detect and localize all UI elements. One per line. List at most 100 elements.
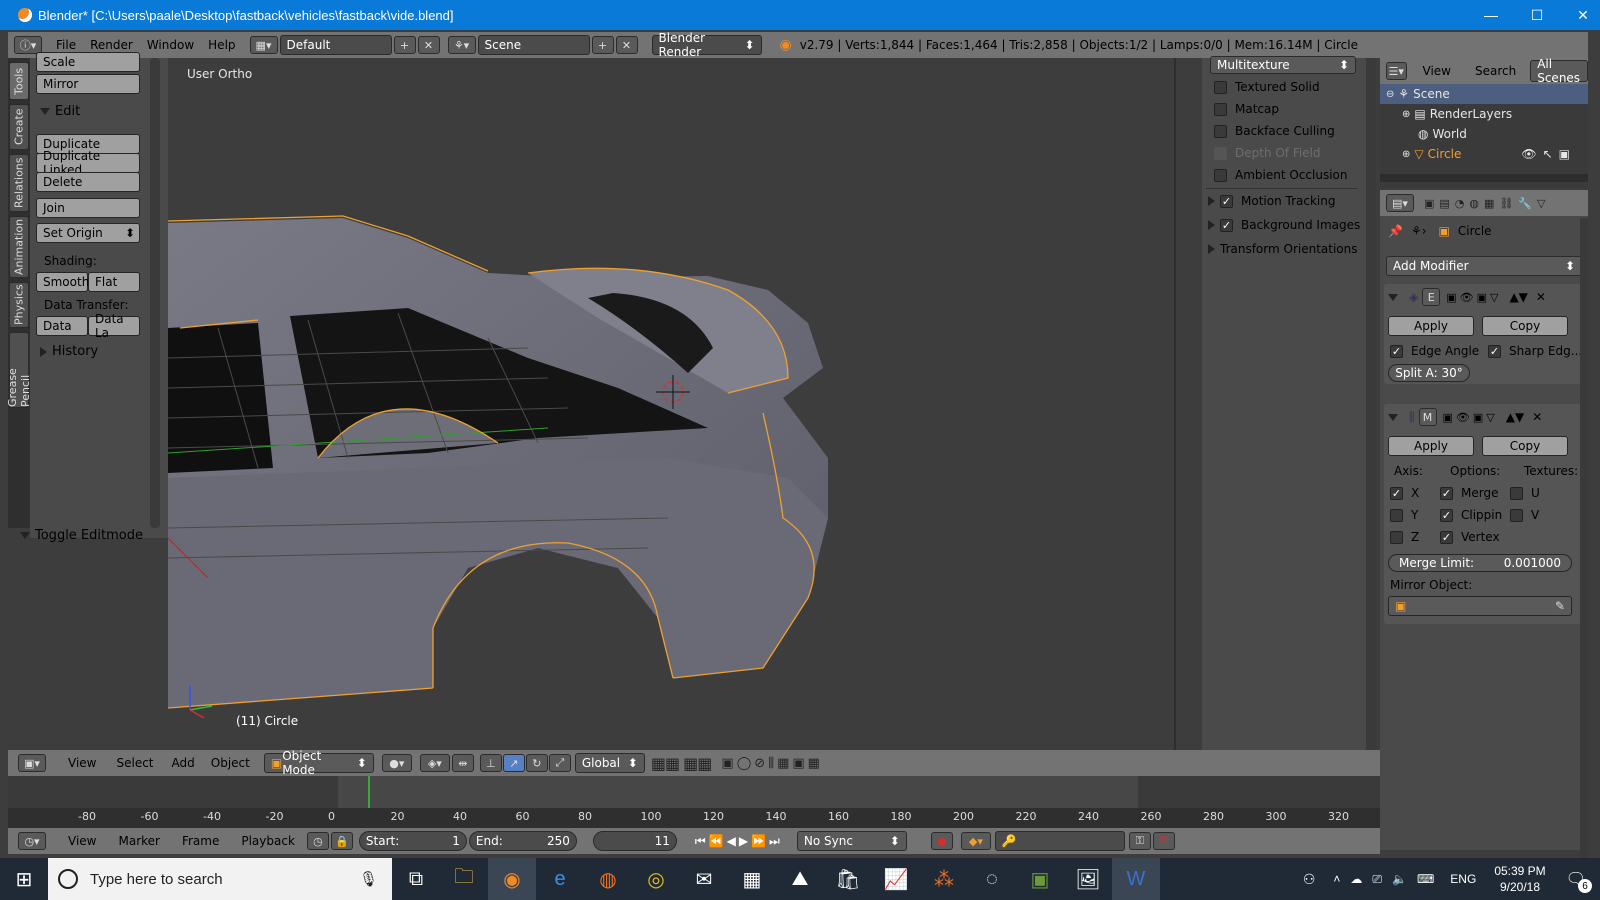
editor-type-3d-icon[interactable]: ▣▾ xyxy=(18,754,46,772)
properties-scrollbar[interactable] xyxy=(1580,218,1588,858)
editor-type-timeline-icon[interactable]: ◷▾ xyxy=(18,832,46,850)
menu-timeline-view[interactable]: View xyxy=(68,834,96,848)
collapse-arrow-icon[interactable] xyxy=(1388,413,1398,421)
outliner-item-renderlayers[interactable]: ⊕ ▤ RenderLayers xyxy=(1380,104,1588,124)
taskbar-search-box[interactable]: Type here to search 🎙 xyxy=(48,858,392,900)
menu-frame[interactable]: Frame xyxy=(182,834,219,848)
manipulator-toggle-icon[interactable]: ⇹ xyxy=(451,754,474,772)
current-frame-field[interactable]: 11 xyxy=(592,831,677,851)
windows-start-icon[interactable]: ⊞ xyxy=(0,858,48,900)
visibility-icons[interactable]: 👁↖▣ xyxy=(1521,147,1576,161)
collapse-arrow-icon[interactable] xyxy=(1388,293,1398,301)
data-layout-button[interactable]: Data La xyxy=(88,312,140,340)
split-angle-field[interactable]: Split A: 30° xyxy=(1388,364,1470,382)
scale-manipulator-icon[interactable]: ⤢ xyxy=(548,754,571,772)
tab-physics[interactable]: Physics xyxy=(9,282,29,328)
mirror-object-field[interactable]: ▣ ✎ xyxy=(1388,596,1572,616)
blender-taskbar-icon[interactable]: ◉ xyxy=(488,858,536,900)
transform-orientations-panel[interactable]: Transform Orientations xyxy=(1208,242,1358,256)
render-engine-select[interactable]: Blender Render ⬍ xyxy=(651,31,762,59)
duplicate-linked-button[interactable]: Duplicate Linked xyxy=(36,149,140,177)
edge-browser-icon[interactable]: e xyxy=(536,858,584,900)
remove-modifier-icon[interactable]: ✕ xyxy=(1532,410,1542,424)
rotate-manipulator-icon[interactable]: ↻ xyxy=(525,754,548,772)
paint-app-icon[interactable]: 🖼 xyxy=(1064,858,1112,900)
outliner-item-world[interactable]: ◍ World xyxy=(1380,124,1588,144)
modifier-visibility-icons[interactable]: ▣👁▣▽ xyxy=(1443,411,1498,424)
pivot-point-icon[interactable]: ◈▾ xyxy=(419,754,450,772)
pin-icon[interactable]: 📌 xyxy=(1388,224,1403,238)
record-icon[interactable]: ● xyxy=(930,832,953,850)
viewport-shading-icon[interactable]: ●▾ xyxy=(381,754,412,772)
menu-object[interactable]: Object xyxy=(211,756,250,770)
motion-tracking-panel[interactable]: Motion Tracking xyxy=(1208,194,1335,208)
menu-marker[interactable]: Marker xyxy=(118,834,159,848)
file-explorer-icon[interactable]: 🗀 xyxy=(440,858,488,900)
texture-v-checkbox[interactable]: V xyxy=(1510,508,1539,522)
screen-layout-icon[interactable]: ▦▾ xyxy=(249,36,278,54)
transform-orientation-select[interactable]: Global ⬍ xyxy=(574,753,645,773)
settings-app-icon[interactable]: ◌ xyxy=(968,858,1016,900)
outliner-display-select[interactable]: All Scenes xyxy=(1530,57,1588,85)
start-frame-field[interactable]: Start: 1 xyxy=(358,831,467,851)
outliner-hscrollbar[interactable] xyxy=(1380,174,1588,182)
tab-animation[interactable]: Animation xyxy=(9,216,29,278)
menu-playback[interactable]: Playback xyxy=(241,834,295,848)
close-button[interactable]: ✕ xyxy=(1560,0,1600,30)
properties-editor-icon[interactable]: ▤▾ xyxy=(1386,194,1414,212)
layer-buttons-icon[interactable]: ▦▦ ▦▦ xyxy=(651,754,713,773)
eyedropper-icon[interactable]: ✎ xyxy=(1555,599,1565,613)
minimize-button[interactable]: — xyxy=(1468,0,1514,30)
delete-keyframe-icon[interactable]: ⚿ xyxy=(1152,832,1175,850)
screen-layout-field[interactable]: Default xyxy=(279,35,392,55)
flat-button[interactable]: Flat xyxy=(88,272,140,292)
minecraft-icon[interactable]: ▣ xyxy=(1016,858,1064,900)
sync-mode-select[interactable]: No Sync ⬍ xyxy=(796,831,907,851)
copy-button[interactable]: Copy xyxy=(1482,316,1568,336)
store-icon[interactable]: 🛍 xyxy=(824,858,872,900)
modifier-name-field[interactable]: M xyxy=(1418,408,1437,426)
menu-window[interactable]: Window xyxy=(147,38,194,52)
end-frame-field[interactable]: End: 250 xyxy=(468,831,577,851)
taskbar-clock[interactable]: 05:39 PM 9/20/18 xyxy=(1494,863,1545,895)
outliner-editor-icon[interactable]: ☰▾ xyxy=(1386,62,1407,80)
outliner-search-menu[interactable]: Search xyxy=(1475,64,1516,78)
merge-checkbox[interactable]: Merge xyxy=(1440,486,1498,500)
chrome-icon[interactable]: ◎ xyxy=(632,858,680,900)
timeline[interactable]: -80 -60 -40 -20 0 20 40 60 80 100 120 140 160 180 200 2… xyxy=(8,776,1380,828)
microphone-icon[interactable]: 🎙 xyxy=(359,870,378,888)
apply-button[interactable]: Apply xyxy=(1388,436,1474,456)
modifier-visibility-icons[interactable]: ▣👁▣▽ xyxy=(1446,291,1501,304)
photos-icon[interactable]: ⛰ xyxy=(776,858,824,900)
remove-layout-icon[interactable]: ✕ xyxy=(417,36,440,54)
tab-grease-pencil[interactable]: Grease Pencil xyxy=(6,332,32,408)
option-textured-solid[interactable]: Textured Solid xyxy=(1214,80,1320,94)
set-origin-dropdown[interactable]: Set Origin ⬍ xyxy=(36,223,140,243)
viewport-shading-select[interactable]: Multitexture ⬍ xyxy=(1210,56,1356,74)
scene-field[interactable]: Scene xyxy=(477,35,590,55)
edge-angle-checkbox[interactable]: Edge Angle xyxy=(1390,344,1479,358)
keying-set-field[interactable]: 🔑 xyxy=(994,831,1125,851)
menu-render[interactable]: Render xyxy=(90,38,133,52)
tool-shelf-scrollbar[interactable] xyxy=(150,58,160,528)
delete-button[interactable]: Delete xyxy=(36,172,140,192)
apply-button[interactable]: Apply xyxy=(1388,316,1474,336)
add-modifier-dropdown[interactable]: Add Modifier ⬍ xyxy=(1386,256,1582,276)
scene-icon[interactable]: ⚘▾ xyxy=(447,36,476,54)
snapping-tools-icons[interactable]: ▣◯⊘⫼▦▣▦ xyxy=(721,756,823,771)
option-ambient-occlusion[interactable]: Ambient Occlusion xyxy=(1214,168,1347,182)
edit-panel-header[interactable]: Edit xyxy=(40,104,80,119)
n-panel-scrollbar[interactable] xyxy=(1366,58,1376,750)
axis-y-checkbox[interactable]: Y xyxy=(1390,508,1418,522)
modifier-name-field[interactable]: E xyxy=(1422,288,1441,306)
history-panel-header[interactable]: History xyxy=(40,344,98,359)
mirror-button[interactable]: Mirror xyxy=(36,74,140,94)
axis-z-checkbox[interactable]: Z xyxy=(1390,530,1419,544)
system-tray-icons[interactable]: ˄☁⎚🔈⌨ xyxy=(1333,872,1444,887)
move-up-down-icon[interactable]: ▲▼ xyxy=(1506,410,1524,424)
axis-x-checkbox[interactable]: X xyxy=(1390,486,1419,500)
tab-relations[interactable]: Relations xyxy=(9,154,29,212)
lock-range-icon[interactable]: 🔒 xyxy=(330,832,353,850)
smooth-button[interactable]: Smooth xyxy=(36,272,89,292)
preview-range-icon[interactable]: ◷ xyxy=(306,832,329,850)
